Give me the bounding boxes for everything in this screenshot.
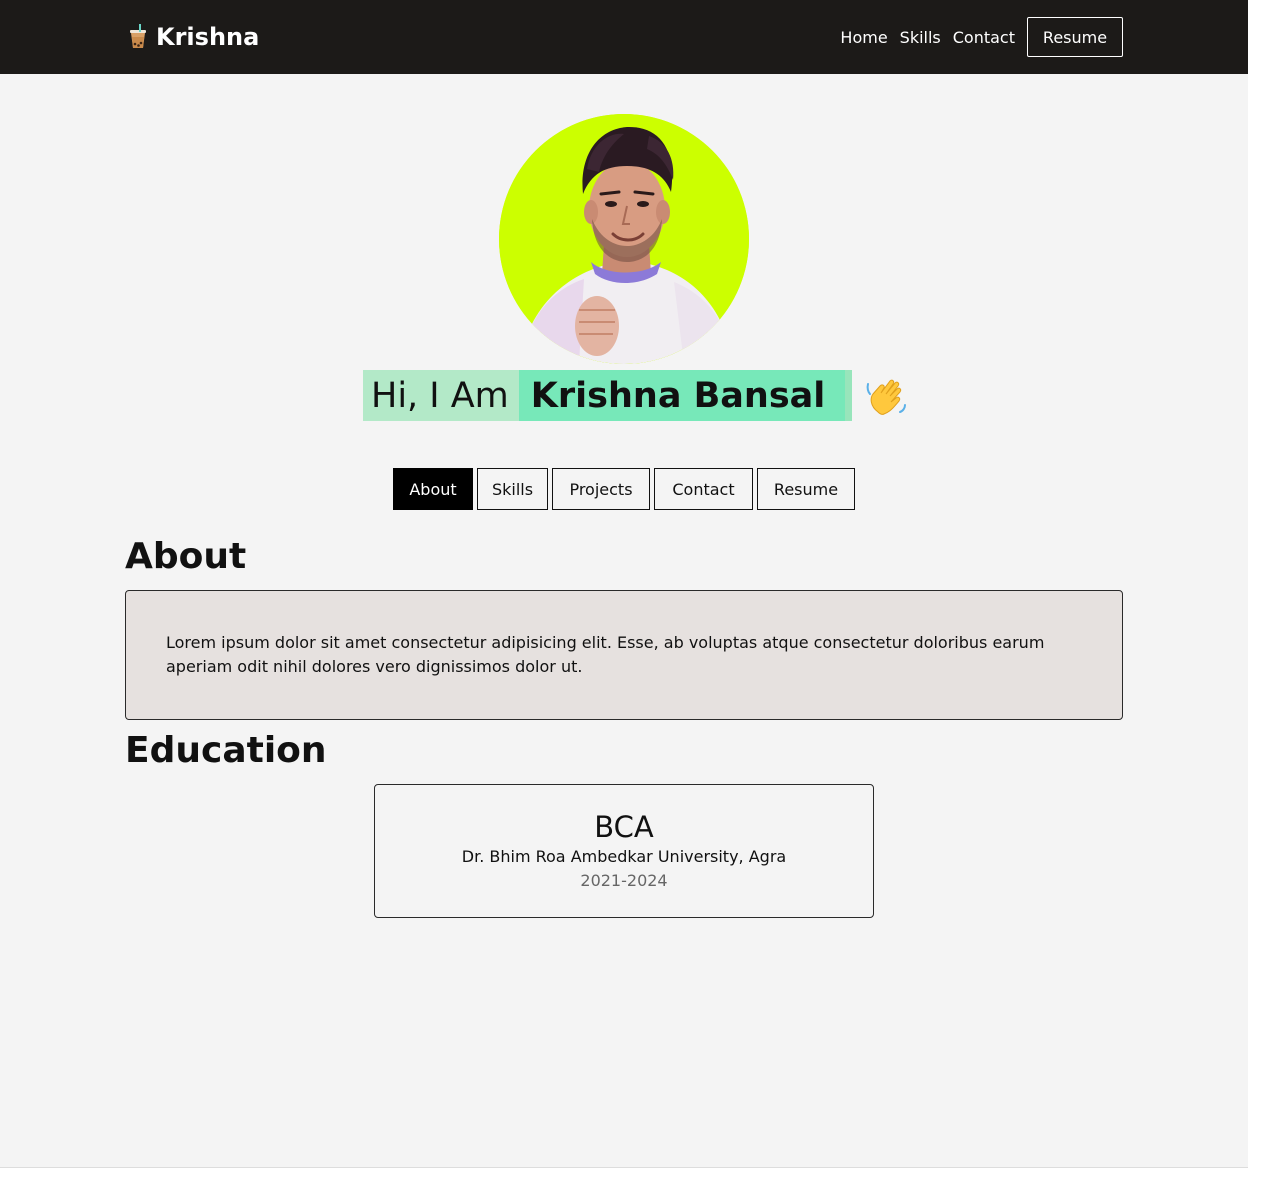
nav-links: Home Skills Contact Resume <box>840 16 1123 58</box>
hero-name: Krishna Bansal <box>518 370 853 421</box>
about-heading: About <box>125 536 247 577</box>
education-university: Dr. Bhim Roa Ambedkar University, Agra <box>461 847 787 866</box>
education-years: 2021-2024 <box>580 871 668 890</box>
education-card: BCA Dr. Bhim Roa Ambedkar University, Ag… <box>374 784 874 918</box>
nav-link-skills[interactable]: Skills <box>900 28 941 47</box>
waving-hand-icon <box>866 379 907 415</box>
about-text: Lorem ipsum dolor sit amet consectetur a… <box>166 633 1045 676</box>
brand-name: Krishna <box>156 23 260 51</box>
page: Krishna Home Skills Contact Resume Hi, I… <box>0 0 1248 1168</box>
avatar <box>499 114 749 364</box>
greeting-text: Hi, I Am <box>363 370 519 421</box>
tab-projects[interactable]: Projects <box>552 468 650 510</box>
tab-resume[interactable]: Resume <box>757 468 855 510</box>
education-heading: Education <box>125 730 327 771</box>
nav-resume-button[interactable]: Resume <box>1027 17 1123 57</box>
hero-greeting: Hi, I Am Krishna Bansal <box>363 370 908 421</box>
nav-link-home[interactable]: Home <box>840 28 887 47</box>
about-card: Lorem ipsum dolor sit amet consectetur a… <box>125 590 1123 720</box>
navbar: Krishna Home Skills Contact Resume <box>0 0 1248 74</box>
nav-link-contact[interactable]: Contact <box>953 28 1015 47</box>
section-tabs: About Skills Projects Contact Resume <box>393 468 855 510</box>
bubble-tea-icon <box>130 24 146 48</box>
education-degree: BCA <box>594 810 654 844</box>
tab-contact[interactable]: Contact <box>654 468 753 510</box>
tab-skills[interactable]: Skills <box>477 468 548 510</box>
brand-logo[interactable]: Krishna <box>128 18 259 56</box>
profile-photo <box>499 114 749 364</box>
tab-about[interactable]: About <box>393 468 473 510</box>
